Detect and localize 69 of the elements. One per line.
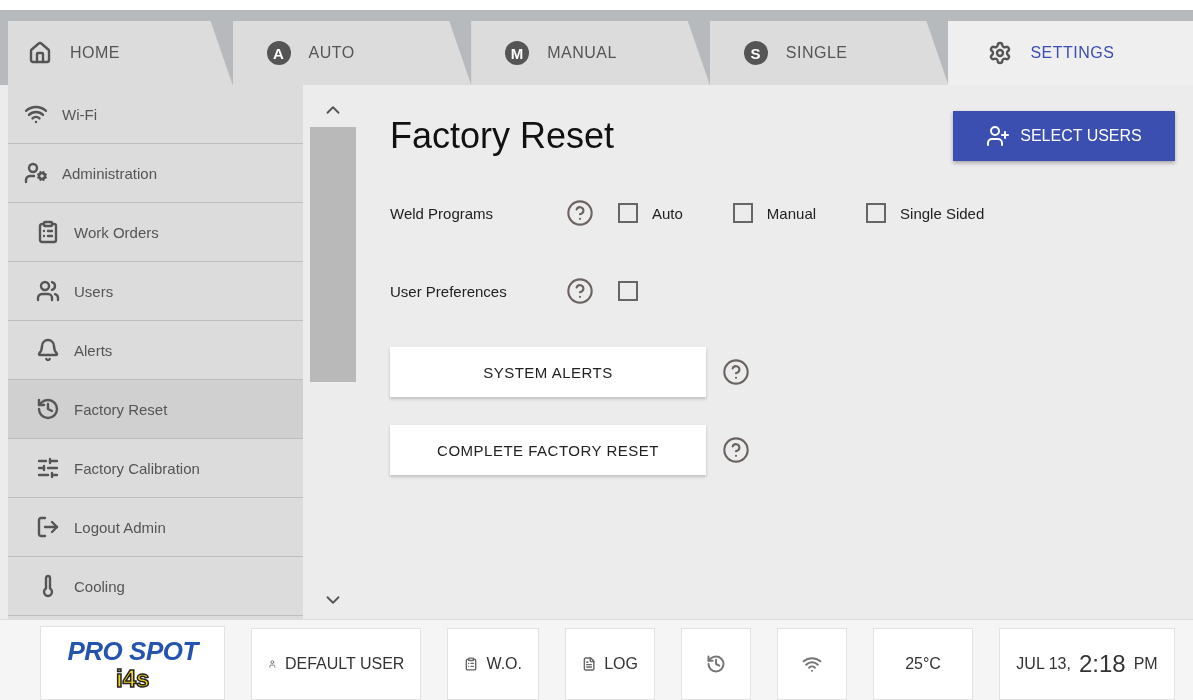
home-icon xyxy=(28,41,52,65)
history-icon xyxy=(36,397,60,421)
tab[interactable]: A AUTO xyxy=(232,21,472,85)
tab-label: SETTINGS xyxy=(1030,44,1115,62)
sidebar-label: Cooling xyxy=(74,577,125,595)
status-button[interactable]: 25°C xyxy=(873,628,973,700)
time-text: 2:18 xyxy=(1078,650,1126,678)
logout-icon xyxy=(36,515,60,539)
status-label: LOG xyxy=(604,655,638,673)
scrollbar-thumb[interactable] xyxy=(310,127,356,382)
sidebar-label: Administration xyxy=(62,164,158,182)
checkbox[interactable] xyxy=(732,203,753,223)
date-text: JUL 13, xyxy=(1016,655,1071,673)
status-button[interactable] xyxy=(681,628,751,700)
clipboard-icon xyxy=(464,655,479,673)
clipboard-icon xyxy=(36,220,60,244)
select-users-button[interactable]: SELECT USERS xyxy=(953,111,1175,161)
sidebar-label: Alerts xyxy=(74,341,113,359)
action-button[interactable]: SYSTEM ALERTS xyxy=(390,347,706,397)
action-button[interactable]: COMPLETE FACTORY RESET xyxy=(390,425,706,475)
checkbox-label: Single Sided xyxy=(900,204,985,222)
status-button[interactable]: LOG xyxy=(565,628,655,700)
sidebar-label: Work Orders xyxy=(74,223,159,241)
checkbox[interactable] xyxy=(866,203,887,223)
option-label: Weld Programs xyxy=(390,204,495,222)
status-label: 25°C xyxy=(905,655,941,673)
help-icon[interactable] xyxy=(566,277,594,305)
status-button[interactable]: DEFAULT USER xyxy=(251,628,422,700)
tab-label: HOME xyxy=(70,44,120,62)
checkbox[interactable] xyxy=(618,203,638,223)
checkbox[interactable] xyxy=(618,281,638,301)
help-icon[interactable] xyxy=(566,199,594,227)
user-gear-icon xyxy=(24,161,48,185)
tab[interactable]: M MANUAL xyxy=(471,21,710,85)
tab-label: AUTO xyxy=(308,44,355,62)
document-icon xyxy=(582,655,597,673)
ampm-text: PM xyxy=(1133,655,1158,673)
status-label: DEFAULT USER xyxy=(284,655,405,673)
tab[interactable]: S SINGLE xyxy=(709,21,949,85)
settings-icon xyxy=(988,41,1013,65)
sidebar-label: Factory Reset xyxy=(74,400,168,418)
letter-badge: S xyxy=(743,41,768,65)
checkbox-label: Manual xyxy=(766,204,817,222)
letter-badge: M xyxy=(505,41,530,65)
status-label: W.O. xyxy=(486,655,522,673)
option-label: User Preferences xyxy=(390,282,508,300)
sidebar-label: Factory Calibration xyxy=(74,459,200,477)
history-icon xyxy=(706,654,726,674)
help-icon[interactable] xyxy=(722,358,750,386)
add-user-icon xyxy=(986,124,1011,148)
tab[interactable]: SETTINGS xyxy=(948,21,1193,85)
logo-product: i4s xyxy=(116,666,150,691)
checkbox-label: Auto xyxy=(652,204,683,222)
sidebar-label: Users xyxy=(74,282,114,300)
help-icon[interactable] xyxy=(722,436,750,464)
bell-icon xyxy=(36,338,60,362)
wifi-icon xyxy=(802,654,822,674)
tab[interactable]: HOME xyxy=(8,21,233,85)
sliders-icon xyxy=(36,456,60,480)
tab-label: SINGLE xyxy=(785,44,848,62)
sidebar-item[interactable]: Factory Reset xyxy=(8,380,303,439)
status-button[interactable]: W.O. xyxy=(447,628,539,700)
tab-label: MANUAL xyxy=(547,44,617,62)
sidebar-label: Logout Admin xyxy=(74,518,166,536)
users-icon xyxy=(36,279,60,303)
logo-name: PRO SPOT xyxy=(67,635,198,667)
page-title: Factory Reset xyxy=(390,115,615,157)
sidebar-label: Wi-Fi xyxy=(62,105,97,123)
letter-badge: A xyxy=(266,41,291,65)
